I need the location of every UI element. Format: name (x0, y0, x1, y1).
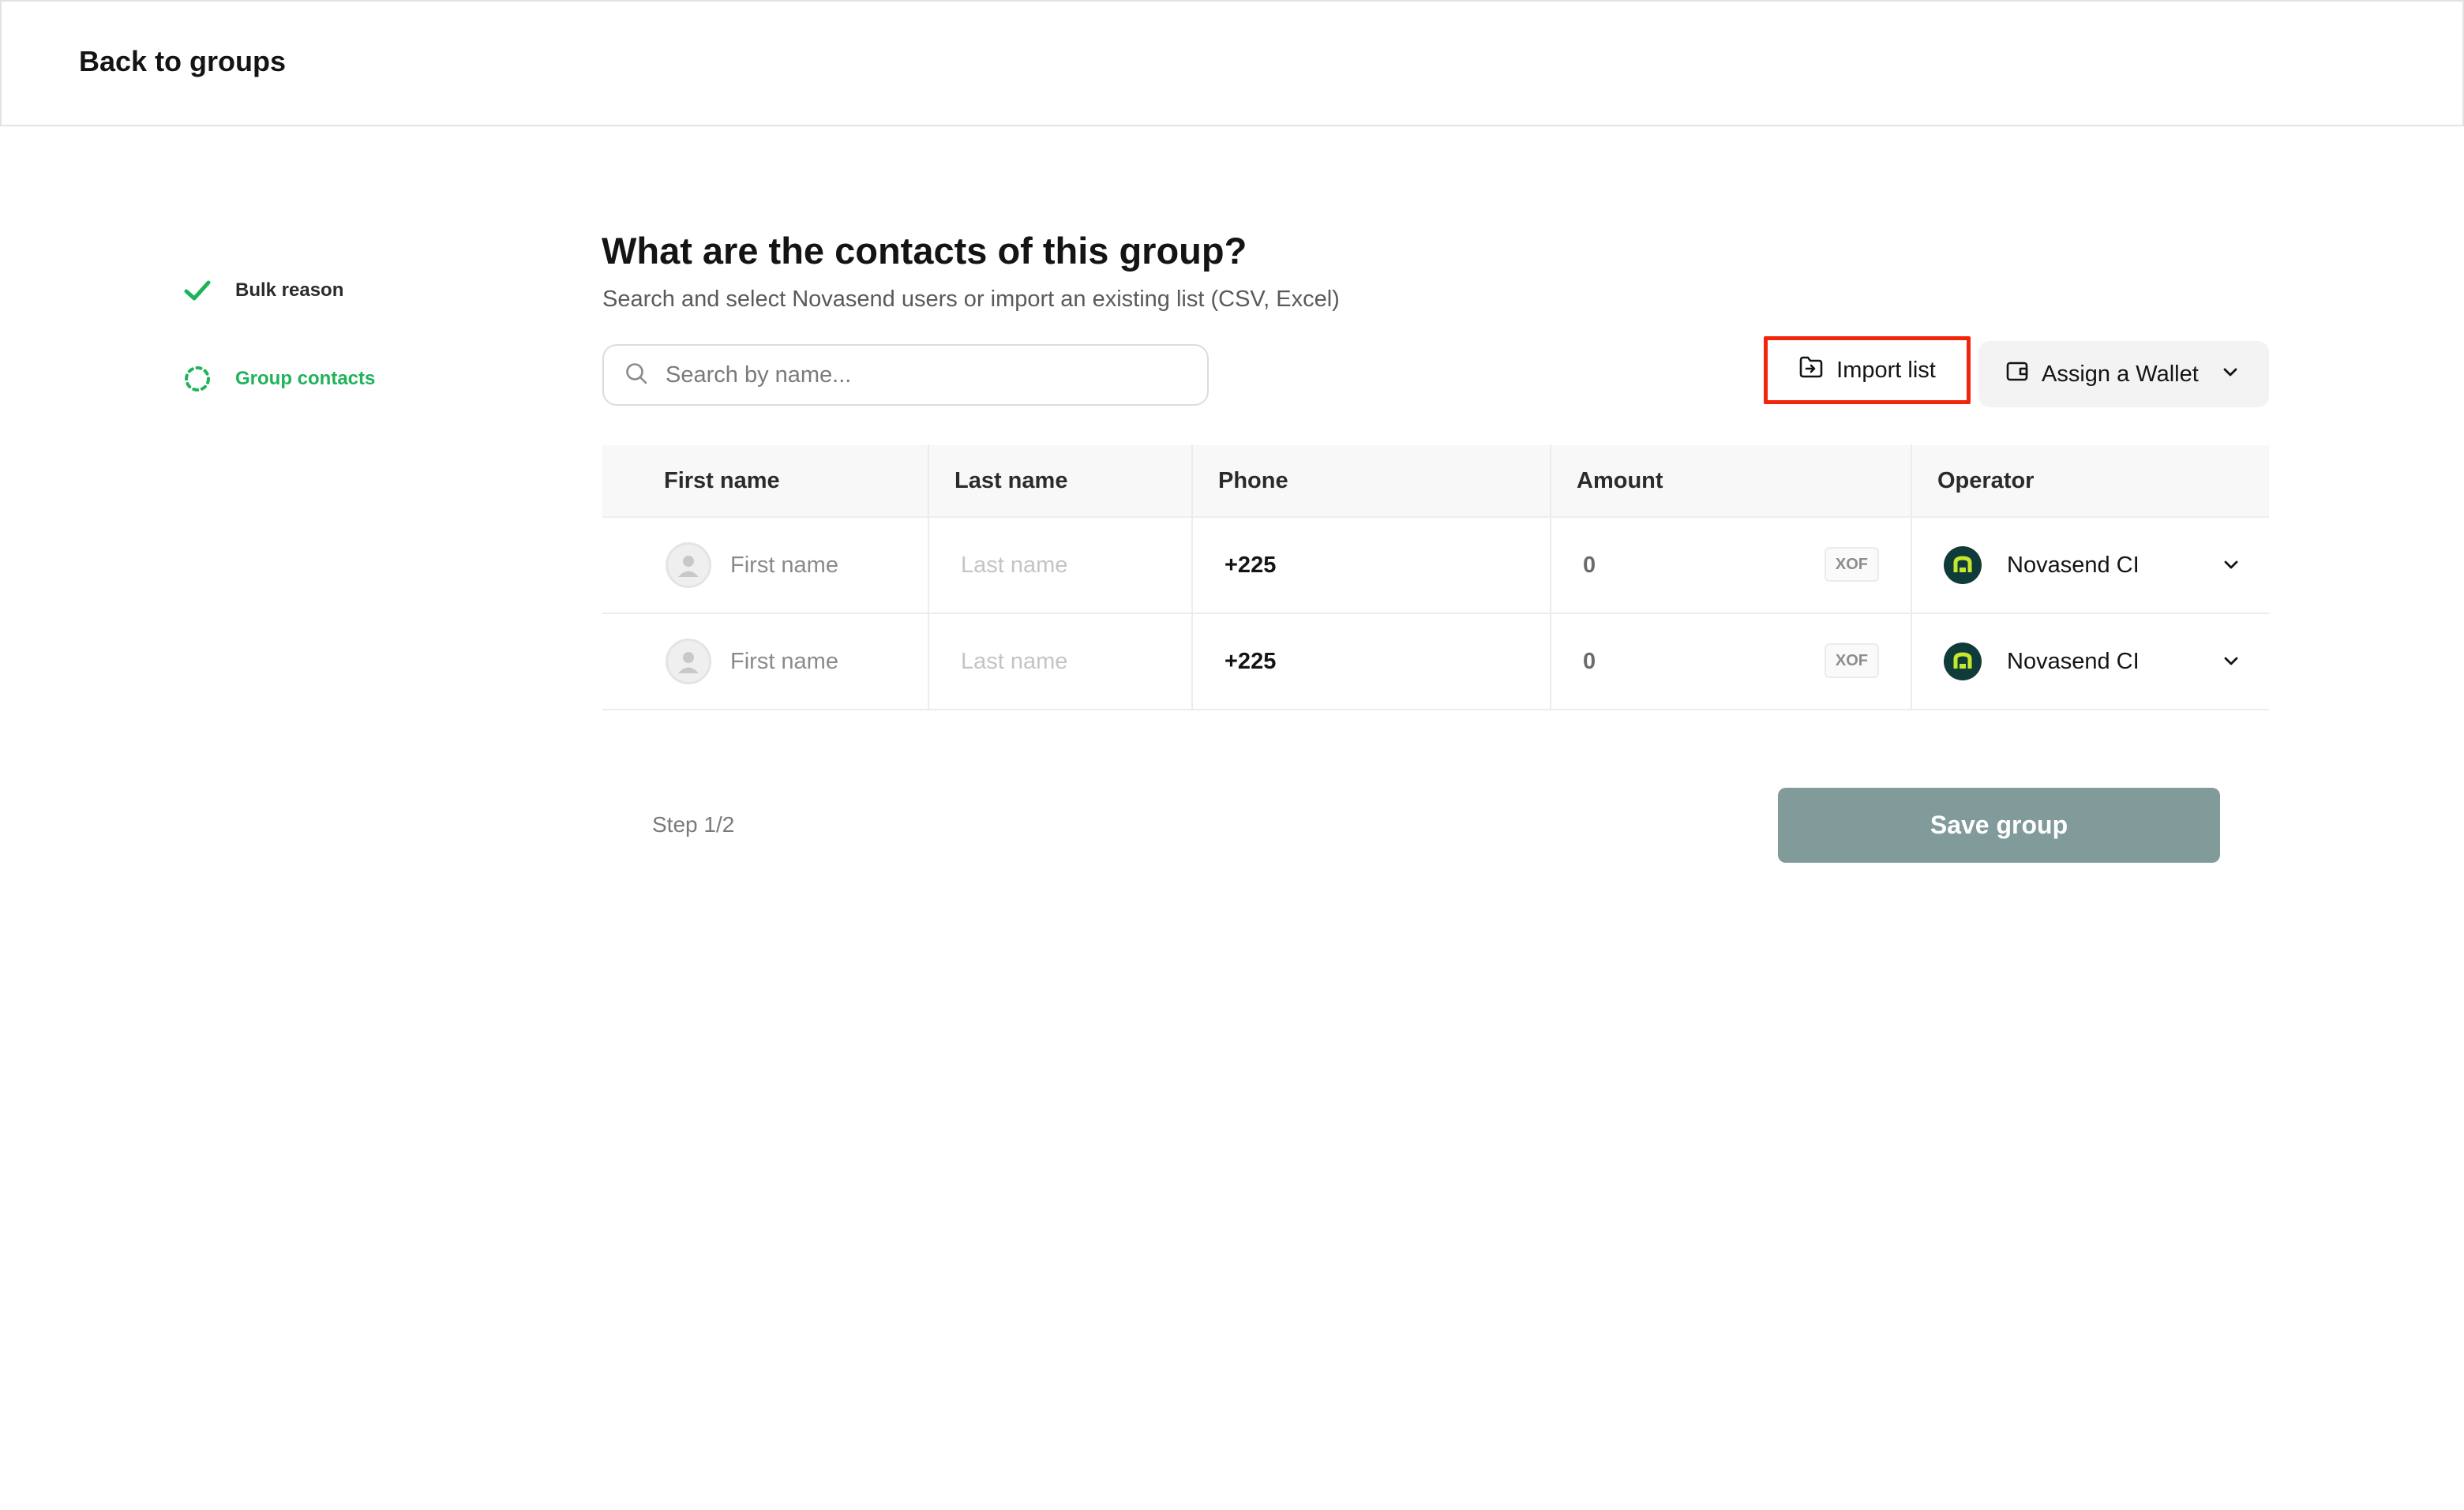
avatar-icon (666, 639, 711, 684)
currency-badge: XOF (1824, 547, 1879, 582)
phone-field[interactable]: +225 (1224, 553, 1276, 579)
operator-logo-icon (1944, 546, 1982, 584)
chevron-down-icon (2222, 651, 2241, 674)
page-title: What are the contacts of this group? (602, 230, 1247, 272)
last-name-cell[interactable]: Last name (929, 613, 1193, 710)
assign-wallet-label: Assign a Wallet (2042, 361, 2199, 387)
step-bulk-reason[interactable]: Bulk reason (183, 276, 343, 305)
operator-logo-icon (1944, 643, 1982, 680)
avatar-icon (666, 542, 711, 588)
phone-cell[interactable]: +225 (1193, 613, 1551, 710)
operator-select[interactable]: Novasend CI (1912, 613, 2269, 710)
contacts-table: First name Last name Phone Amount Operat… (602, 444, 2269, 710)
first-name-cell[interactable]: First name (602, 517, 929, 613)
table-header: First name Last name Phone Amount Operat… (602, 444, 2269, 518)
last-name-field[interactable]: Last name (961, 553, 1067, 579)
first-name-field[interactable]: First name (730, 649, 838, 675)
phone-field[interactable]: +225 (1224, 649, 1276, 675)
phone-cell[interactable]: +225 (1193, 517, 1551, 613)
back-to-groups-link[interactable]: Back to groups (79, 45, 286, 78)
step-label: Group contacts (235, 368, 376, 389)
step-group-contacts[interactable]: Group contacts (183, 365, 375, 393)
assign-wallet-dropdown[interactable]: Assign a Wallet (1978, 341, 2269, 407)
column-header-operator: Operator (1937, 467, 2035, 493)
import-list-button[interactable]: Import list (1764, 336, 1971, 404)
operator-name: Novasend CI (2007, 552, 2140, 578)
amount-cell[interactable]: 0 XOF (1551, 613, 1912, 710)
folder-import-icon (1798, 355, 1824, 385)
chevron-down-icon (2222, 555, 2241, 578)
column-header-last-name: Last name (929, 444, 1193, 517)
step-counter: Step 1/2 (652, 812, 735, 837)
wallet-icon (2005, 359, 2029, 389)
check-icon (183, 276, 212, 305)
currency-badge: XOF (1824, 643, 1879, 678)
column-header-first-name: First name (602, 444, 929, 517)
import-list-label: Import list (1836, 357, 1936, 383)
operator-select[interactable]: Novasend CI (1912, 517, 2269, 613)
save-group-button[interactable]: Save group (1778, 788, 2220, 863)
first-name-cell[interactable]: First name (602, 613, 929, 710)
chevron-down-icon (2221, 362, 2240, 388)
step-label: Bulk reason (235, 279, 344, 301)
page-subtitle: Search and select Novasend users or impo… (602, 287, 1340, 312)
top-bar: Back to groups (0, 0, 2464, 126)
search-input[interactable] (666, 362, 1171, 388)
progress-ring-icon (183, 365, 212, 393)
last-name-field[interactable]: Last name (961, 649, 1067, 675)
amount-cell[interactable]: 0 XOF (1551, 517, 1912, 613)
amount-field[interactable]: 0 (1583, 553, 1596, 579)
first-name-field[interactable]: First name (730, 553, 838, 579)
operator-name: Novasend CI (2007, 648, 2140, 674)
column-header-amount: Amount (1551, 444, 1912, 517)
search-box[interactable] (602, 344, 1209, 406)
column-header-phone: Phone (1193, 444, 1551, 517)
search-icon (624, 362, 648, 389)
last-name-cell[interactable]: Last name (929, 517, 1193, 613)
table-row: First name Last name +225 0 XOF Novasend… (602, 613, 2269, 710)
table-row: First name Last name +225 0 XOF Novasend… (602, 517, 2269, 614)
amount-field[interactable]: 0 (1583, 649, 1596, 675)
